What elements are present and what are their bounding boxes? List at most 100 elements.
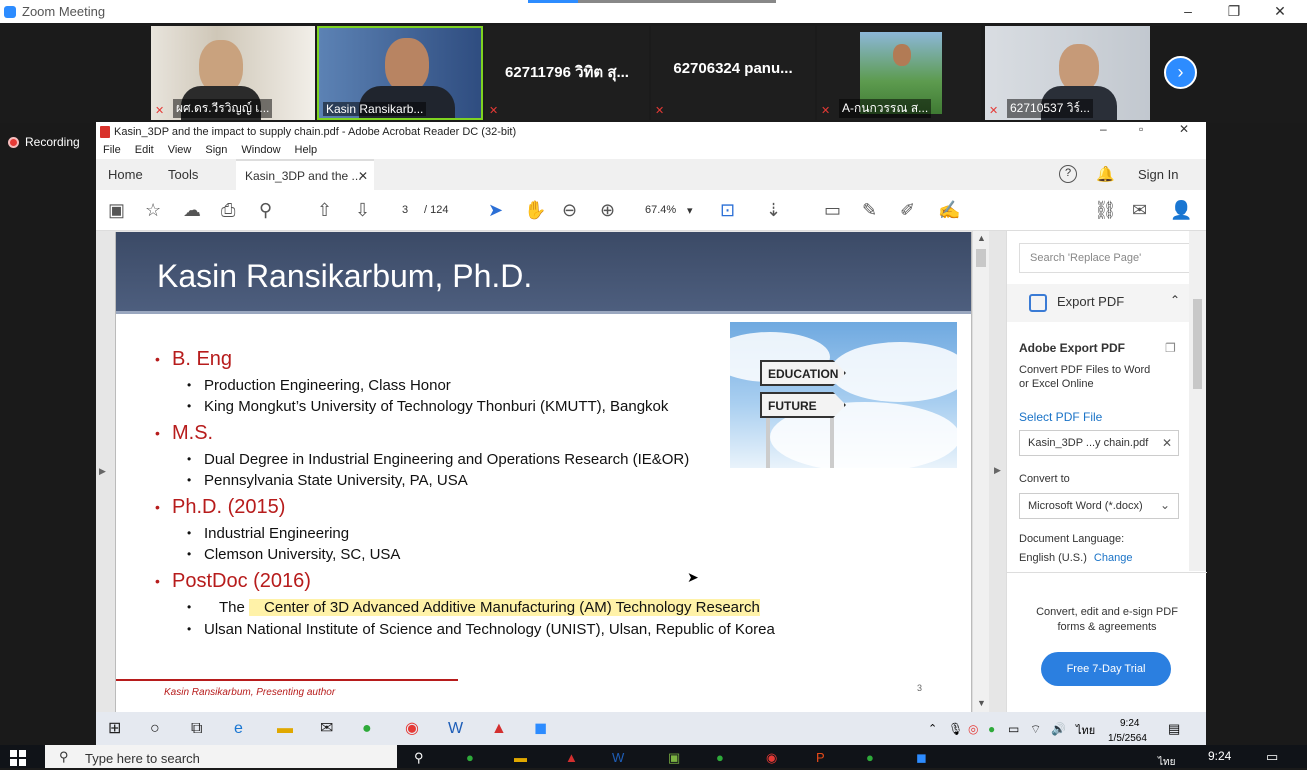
edge-icon[interactable]: e [234, 719, 243, 739]
host-zoom-icon[interactable]: ◼ [916, 750, 927, 766]
previous-page-icon[interactable]: ⇧ [317, 200, 332, 220]
host-line-icon[interactable]: ● [716, 750, 724, 765]
tray-line-icon[interactable]: ● [988, 719, 995, 739]
acrobat-minimize-button[interactable]: – [1100, 122, 1107, 136]
find-icon[interactable]: ⚲ [259, 200, 272, 220]
comment-icon[interactable]: ▭ [824, 200, 841, 220]
selected-file-field[interactable]: Kasin_3DP ...y chain.pdf ✕ [1019, 430, 1179, 456]
select-pdf-file-label[interactable]: Select PDF File [1019, 410, 1102, 424]
share-toolbar-handle[interactable] [528, 0, 776, 3]
search-tools-input[interactable]: Search 'Replace Page' [1019, 243, 1193, 273]
minimize-button[interactable]: – [1165, 0, 1211, 23]
select-cursor-icon[interactable]: ➤ [488, 200, 503, 220]
right-panel-toggle-icon[interactable]: ▶ [994, 465, 1001, 476]
participant-tile[interactable]: ✕ A-กนกวรรณ ส... [817, 26, 981, 120]
zoom-in-icon[interactable]: ⊕ [600, 200, 615, 220]
document-scrollbar[interactable]: ▲ ▼ [972, 231, 989, 712]
menu-view[interactable]: View [168, 144, 192, 156]
menu-file[interactable]: File [103, 144, 121, 156]
line-app-icon[interactable]: ● [362, 719, 372, 739]
host-line2-icon[interactable]: ● [866, 750, 874, 765]
tab-close-icon[interactable]: ✕ [358, 169, 368, 183]
host-windows-start-icon[interactable] [10, 750, 26, 766]
help-icon[interactable]: ? [1059, 165, 1077, 183]
participant-tile[interactable]: 62706324 panu... ✕ [651, 26, 815, 120]
fill-sign-icon[interactable]: ✍ [938, 200, 960, 220]
file-explorer-icon[interactable]: ▬ [277, 719, 293, 739]
menu-sign[interactable]: Sign [205, 144, 227, 156]
host-word-icon[interactable]: W [612, 750, 624, 765]
page-number-input[interactable]: 3 [402, 204, 408, 216]
collapse-chevron-icon[interactable]: ⌃ [1170, 293, 1180, 307]
acrobat-maximize-button[interactable]: ▫ [1139, 122, 1143, 136]
tab-home[interactable]: Home [108, 167, 143, 182]
menu-help[interactable]: Help [295, 144, 318, 156]
host-chrome-icon[interactable]: ◉ [766, 750, 777, 766]
sign-in-button[interactable]: Sign In [1138, 167, 1178, 182]
acrobat-close-button[interactable]: ✕ [1179, 122, 1189, 136]
participant-tile-active[interactable]: Kasin Ransikarb... [317, 26, 483, 120]
email-icon[interactable]: ✉ [1132, 200, 1147, 220]
host-app2-icon[interactable]: ▣ [668, 750, 680, 766]
host-notification-icon[interactable]: ▭ [1266, 749, 1278, 765]
copy-icon[interactable]: ❐ [1165, 341, 1176, 355]
notification-icon[interactable]: ▤ [1168, 719, 1180, 739]
task-view-icon[interactable]: ⧉ [191, 719, 202, 739]
tray-app-icon[interactable]: ◎ [968, 719, 978, 739]
clear-file-icon[interactable]: ✕ [1162, 436, 1172, 450]
host-search-box[interactable]: ⚲ Type here to search [45, 745, 397, 768]
page-fit-icon[interactable]: ⊡ [720, 200, 735, 220]
export-pdf-header[interactable]: Export PDF ⌃ [1007, 284, 1190, 322]
tray-language[interactable]: ไทย [1076, 721, 1095, 741]
muted-mic-icon: ✕ [989, 105, 999, 117]
host-powerpoint-icon[interactable]: P [816, 750, 825, 765]
participant-tile[interactable]: ✕ 62710537 วิร์... [985, 26, 1150, 120]
panel-scroll-thumb[interactable] [1193, 299, 1202, 389]
zoom-out-icon[interactable]: ⊖ [562, 200, 577, 220]
close-button[interactable]: ✕ [1257, 0, 1303, 23]
tab-document[interactable]: Kasin_3DP and the ... ✕ [236, 159, 374, 190]
restore-button[interactable]: ❐ [1211, 0, 1257, 23]
menu-window[interactable]: Window [241, 144, 280, 156]
panel-divider [1007, 572, 1207, 573]
save-icon[interactable]: ▣ [108, 200, 125, 220]
bookmark-star-icon[interactable]: ☆ [145, 200, 161, 220]
participant-tile[interactable]: ✕ ผศ.ดร.วีรวิญญ์ เ... [151, 26, 315, 120]
next-page-arrow-icon[interactable]: ⇩ [355, 200, 370, 220]
acrobat-taskbar-icon[interactable]: ▲ [491, 719, 507, 739]
menu-edit[interactable]: Edit [135, 144, 154, 156]
left-panel-toggle-icon[interactable]: ▶ [99, 466, 106, 477]
convert-format-select[interactable]: Microsoft Word (*.docx) ⌄ [1019, 493, 1179, 519]
panel-scrollbar[interactable] [1189, 231, 1206, 571]
host-acrobat-icon[interactable]: ▲ [565, 750, 578, 765]
chrome-icon[interactable]: ◉ [405, 719, 419, 739]
add-user-icon[interactable]: 👤 [1170, 200, 1192, 220]
cortana-icon[interactable]: ○ [150, 719, 160, 739]
print-icon[interactable]: ⎙ [221, 200, 235, 220]
host-search-button-icon[interactable]: ⚲ [414, 750, 424, 766]
tray-expand-icon[interactable]: ⌃ [928, 719, 937, 739]
highlight-pen-icon[interactable]: ✎ [862, 200, 877, 220]
participant-tile[interactable]: 62711796 วิทิต สุ... ✕ [485, 26, 649, 120]
host-app-icon[interactable]: ● [466, 750, 474, 765]
hand-tool-icon[interactable]: ✋ [524, 200, 546, 220]
mail-icon[interactable]: ✉ [320, 719, 333, 739]
zoom-level-select[interactable]: 67.4% [645, 204, 676, 216]
zoom-taskbar-icon[interactable]: ◼ [534, 719, 547, 739]
scroll-thumb[interactable] [976, 249, 986, 267]
tab-tools[interactable]: Tools [168, 167, 198, 182]
zoom-chevron-down-icon[interactable]: ▾ [687, 204, 693, 217]
upload-cloud-icon[interactable]: ☁ [183, 200, 201, 220]
scroll-down-icon[interactable]: ▼ [977, 698, 986, 708]
link-icon[interactable]: ⛓ [1094, 200, 1117, 220]
free-trial-button[interactable]: Free 7-Day Trial [1041, 652, 1171, 686]
draw-icon[interactable]: ✐ [900, 200, 915, 220]
host-file-explorer-icon[interactable]: ▬ [514, 750, 527, 765]
scroll-mode-icon[interactable]: ⇣ [766, 200, 781, 220]
bell-icon[interactable]: 🔔 [1096, 165, 1115, 183]
scroll-up-icon[interactable]: ▲ [977, 233, 986, 243]
windows-start-icon[interactable]: ⊞ [108, 719, 121, 739]
next-page-icon[interactable]: › [1164, 56, 1197, 89]
change-language-link[interactable]: Change [1094, 552, 1133, 564]
word-icon[interactable]: W [448, 719, 463, 739]
